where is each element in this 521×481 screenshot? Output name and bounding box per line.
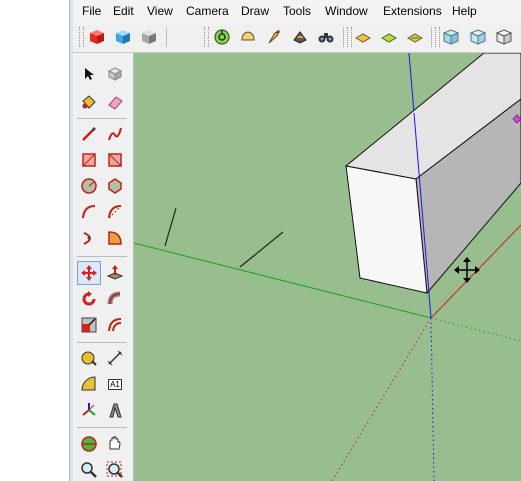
3d-text-icon[interactable] <box>104 399 126 421</box>
menu-help[interactable]: Help <box>452 4 477 18</box>
toolbar-separator <box>77 427 127 428</box>
arc-icon[interactable] <box>78 201 100 223</box>
move-icon[interactable] <box>77 261 101 285</box>
scale-icon[interactable] <box>78 314 100 336</box>
negative-green-axis <box>430 317 521 342</box>
modeling-viewport[interactable] <box>134 53 521 481</box>
menu-window[interactable]: Window <box>325 4 368 18</box>
top-toolbar <box>73 22 521 53</box>
component-blue-cube-icon[interactable] <box>112 26 134 48</box>
toolbar-grip[interactable] <box>79 27 84 47</box>
orbit-icon[interactable] <box>211 26 233 48</box>
negative-blue-axis <box>430 317 435 481</box>
text-tool-label: A1 <box>108 378 122 390</box>
display-section-planes-icon[interactable] <box>378 26 400 48</box>
box-front-face[interactable] <box>345 165 428 294</box>
menu-edit[interactable]: Edit <box>113 4 134 18</box>
desktop-background <box>0 0 69 481</box>
circle-icon[interactable] <box>78 175 100 197</box>
stray-edge[interactable] <box>164 207 177 247</box>
stray-edge[interactable] <box>239 231 284 268</box>
zoom-window-icon[interactable] <box>104 459 126 481</box>
eraser-icon[interactable] <box>104 91 126 113</box>
pan-icon[interactable] <box>104 433 126 455</box>
component-gray-cube-icon[interactable] <box>138 26 160 48</box>
display-section-cuts-icon[interactable] <box>404 26 426 48</box>
toolbar-separator <box>343 27 344 47</box>
toolbar-separator <box>431 27 432 47</box>
menu-draw[interactable]: Draw <box>241 4 269 18</box>
toolbar-separator <box>166 27 167 47</box>
component-red-cube-icon[interactable] <box>86 26 108 48</box>
axes-icon[interactable] <box>78 399 100 421</box>
freehand-icon[interactable] <box>104 123 126 145</box>
text-icon[interactable]: A1 <box>104 373 126 395</box>
walk-icon[interactable] <box>263 26 285 48</box>
section-plane-icon[interactable] <box>352 26 374 48</box>
orbit-icon[interactable] <box>78 433 100 455</box>
line-icon[interactable] <box>78 123 100 145</box>
toolbar-separator <box>77 118 127 119</box>
push-pull-icon[interactable] <box>104 262 126 284</box>
wireframe-view-icon[interactable] <box>493 26 515 48</box>
menu-extensions[interactable]: Extensions <box>383 4 442 18</box>
toolbar-separator <box>77 256 127 257</box>
tape-measure-icon[interactable] <box>78 347 100 369</box>
polygon-icon[interactable] <box>104 175 126 197</box>
rotated-rectangle-icon[interactable] <box>104 149 126 171</box>
pan-icon[interactable] <box>237 26 259 48</box>
rectangle-icon[interactable] <box>78 149 100 171</box>
back-edges-view-icon[interactable] <box>467 26 489 48</box>
make-component-icon[interactable] <box>104 63 126 85</box>
menu-camera[interactable]: Camera <box>186 4 229 18</box>
zoom-icon[interactable] <box>78 459 100 481</box>
rotate-icon[interactable] <box>78 288 100 310</box>
viewport-scene <box>134 53 521 481</box>
menu-tools[interactable]: Tools <box>283 4 311 18</box>
pie-icon[interactable] <box>104 227 126 249</box>
protractor-icon[interactable] <box>78 373 100 395</box>
follow-me-icon[interactable] <box>104 288 126 310</box>
menu-file[interactable]: File <box>82 4 101 18</box>
negative-red-axis <box>331 317 432 481</box>
toolbar-separator <box>77 342 127 343</box>
binoculars-icon[interactable] <box>315 26 337 48</box>
menu-bar: File Edit View Camera Draw Tools Window … <box>73 0 521 23</box>
menu-view[interactable]: View <box>147 4 173 18</box>
xray-view-icon[interactable] <box>440 26 462 48</box>
select-icon[interactable] <box>78 63 100 85</box>
three-point-arc-icon[interactable] <box>78 227 100 249</box>
toolbar-grip[interactable] <box>204 27 209 47</box>
look-around-icon[interactable] <box>289 26 311 48</box>
two-point-arc-icon[interactable] <box>104 201 126 223</box>
paint-bucket-icon[interactable] <box>78 91 100 113</box>
dimension-icon[interactable] <box>104 347 126 369</box>
offset-icon[interactable] <box>104 314 126 336</box>
large-tool-set-toolbar: A1 <box>73 53 134 481</box>
move-cursor-icon <box>454 257 480 283</box>
